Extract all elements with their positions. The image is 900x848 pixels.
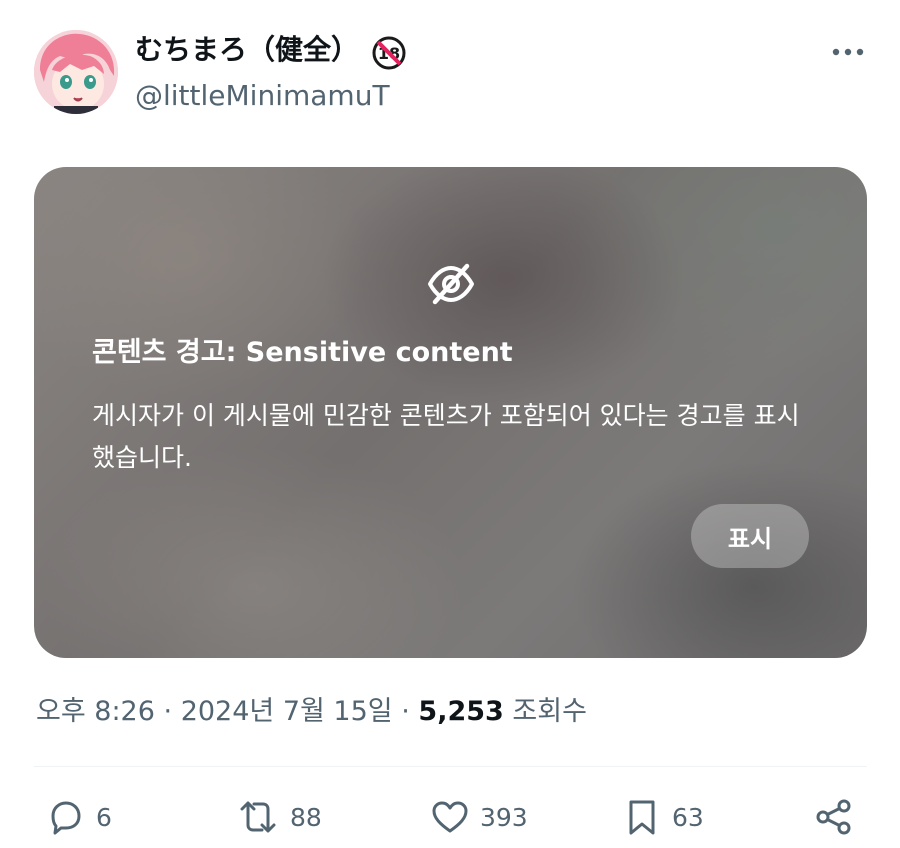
post-time[interactable]: 오후 8:26 [36, 696, 155, 727]
post-meta: 오후 8:26 · 2024년 7월 15일 · 5,253 조회수 [36, 692, 587, 732]
heart-icon [432, 801, 468, 833]
age-18-badge-icon: 18 [372, 36, 406, 70]
user-handle[interactable]: @littleMinimamuT [135, 76, 390, 116]
like-button[interactable]: 393 [430, 796, 528, 838]
repost-button[interactable]: 88 [236, 796, 322, 838]
post-date[interactable]: 2024년 7월 15일 [181, 696, 393, 727]
show-content-button[interactable]: 표시 [691, 504, 809, 568]
bookmark-button[interactable]: 63 [622, 796, 704, 838]
sensitive-media-card: 콘텐츠 경고: Sensitive content 게시자가 이 게시물에 민감… [34, 167, 867, 658]
share-button[interactable] [814, 796, 854, 838]
bookmark-icon [629, 800, 655, 835]
warning-title: 콘텐츠 경고: Sensitive content [92, 337, 513, 368]
avatar-image [34, 30, 118, 114]
meta-separator-2: · [401, 696, 410, 727]
display-name[interactable]: むちまろ（健全） [135, 30, 359, 70]
warning-body: 게시자가 이 게시물에 민감한 콘텐츠가 포함되어 있다는 경고를 표시했습니다… [92, 401, 800, 472]
more-dots-icon [832, 48, 864, 56]
avatar[interactable] [34, 30, 118, 114]
meta-separator: · [163, 696, 173, 727]
bookmark-count: 63 [672, 802, 704, 832]
repost-count: 88 [290, 802, 322, 832]
reply-button[interactable]: 6 [46, 796, 112, 838]
like-count: 393 [480, 802, 528, 832]
more-options-button[interactable] [830, 40, 866, 64]
view-count-label: 조회수 [512, 696, 587, 727]
eye-slash-icon [426, 259, 476, 309]
share-icon [816, 799, 851, 835]
divider [34, 766, 867, 767]
reply-count: 6 [96, 802, 112, 832]
repost-icon [240, 801, 276, 833]
reply-icon [51, 801, 81, 835]
view-count: 5,253 [418, 696, 504, 727]
